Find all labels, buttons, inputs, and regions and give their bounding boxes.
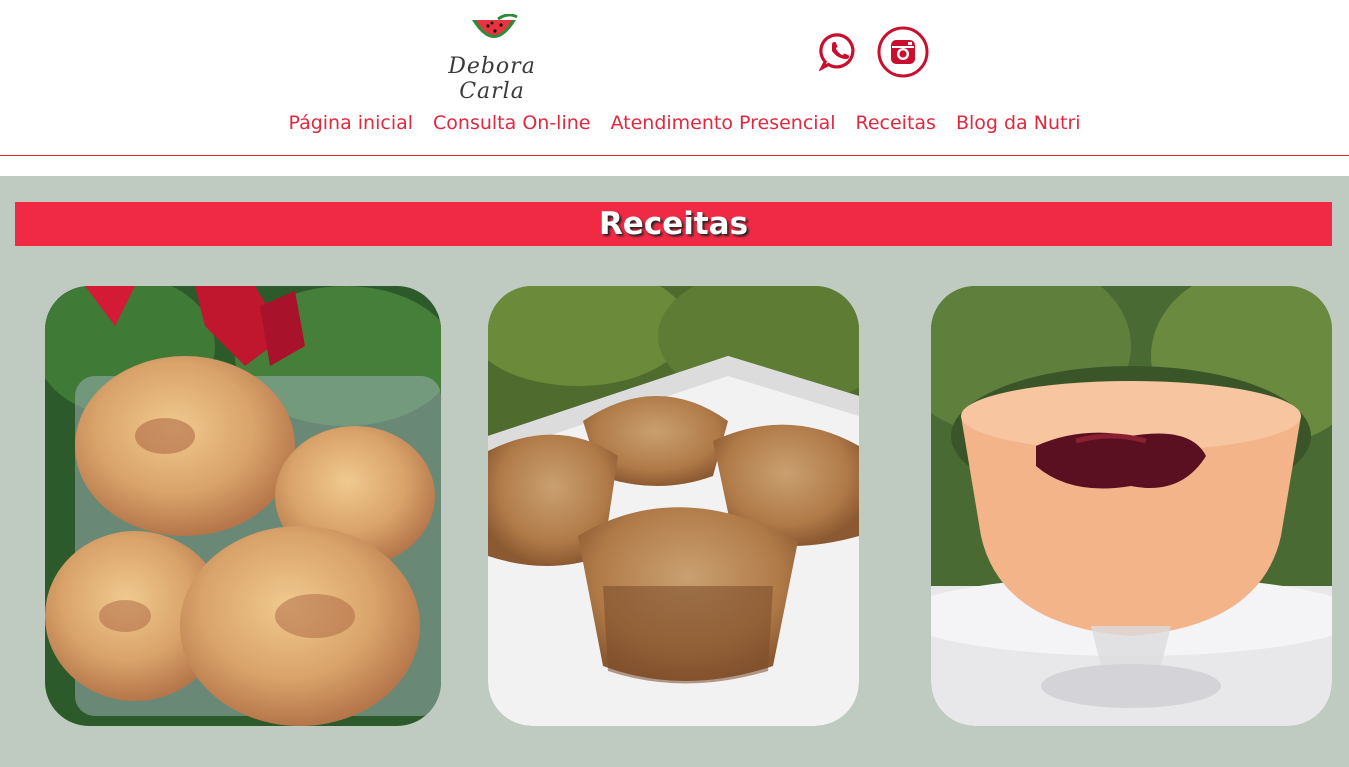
creamy-dessert-cup-photo — [931, 286, 1332, 726]
brand-name: Debora Carla — [448, 54, 536, 104]
breaded-croquettes-photo — [45, 286, 441, 726]
page-title: Receitas — [598, 206, 749, 242]
recipe-card-croquettes[interactable] — [45, 286, 441, 726]
instagram-link[interactable] — [877, 26, 929, 78]
instagram-icon — [877, 26, 929, 78]
header-spacer — [0, 156, 1349, 176]
page-title-bar: Receitas — [15, 202, 1332, 246]
site-header: Debora Carla Página inicial Consulta On-… — [0, 0, 1349, 156]
site-logo[interactable]: Debora Carla — [426, 14, 566, 104]
nav-item-blog-da-nutri[interactable]: Blog da Nutri — [956, 112, 1081, 134]
cinnamon-muffins-photo — [488, 286, 859, 726]
nav-item-consulta-online[interactable]: Consulta On-line — [433, 112, 590, 134]
main-nav: Página inicial Consulta On-line Atendime… — [0, 112, 1349, 134]
nav-item-pagina-inicial[interactable]: Página inicial — [288, 112, 413, 134]
nav-item-atendimento-presencial[interactable]: Atendimento Presencial — [610, 112, 835, 134]
recipe-card-muffins[interactable] — [488, 286, 859, 726]
whatsapp-icon — [819, 33, 855, 72]
watermelon-icon — [472, 14, 518, 38]
recipe-card-dessert-cup[interactable] — [931, 286, 1332, 726]
recipes-section: Receitas — [0, 176, 1349, 767]
whatsapp-link[interactable] — [813, 26, 865, 78]
nav-item-receitas[interactable]: Receitas — [856, 112, 936, 134]
